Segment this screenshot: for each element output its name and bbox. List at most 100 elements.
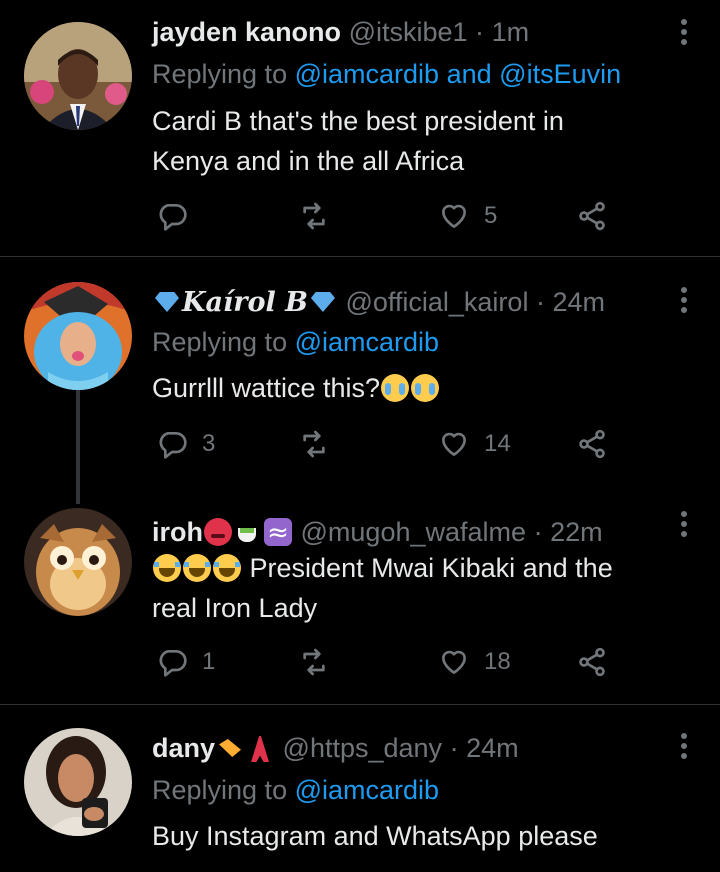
more-options-icon[interactable] xyxy=(674,506,694,542)
mention-link[interactable]: @iamcardib xyxy=(295,327,439,357)
action-bar: 1 18 xyxy=(152,642,622,682)
avatar-owl-icon xyxy=(24,508,132,616)
tweet-kairol[interactable]: Kaírol B @official_kairol · 24m Replying… xyxy=(0,270,720,490)
replies-feed: jayden kanono @itskibe1 · 1m Replying to… xyxy=(0,0,720,872)
reply-icon xyxy=(159,650,187,677)
replying-label: Replying to xyxy=(152,775,288,805)
tweet-text: Gurrlll wattice this? xyxy=(152,368,690,408)
avatar[interactable] xyxy=(24,728,132,836)
tears-of-joy-icon xyxy=(153,554,181,582)
reply-icon xyxy=(159,432,187,459)
tears-of-joy-icon xyxy=(183,554,211,582)
divider xyxy=(0,704,720,705)
reply-icon xyxy=(159,204,187,231)
avatar-man-suit-icon xyxy=(24,22,132,130)
avatar[interactable] xyxy=(24,22,132,130)
replying-to: Replying to @iamcardib xyxy=(152,772,439,808)
more-options-icon[interactable] xyxy=(674,282,694,318)
mention-link[interactable]: @iamcardib xyxy=(295,59,439,89)
tweet-text-line: Kenya and in the all Africa xyxy=(152,146,465,176)
timestamp[interactable]: 24m xyxy=(466,733,519,763)
avatar-blue-hair-icon xyxy=(24,282,132,390)
separator: · xyxy=(535,287,545,317)
like-button[interactable]: 18 xyxy=(438,642,511,682)
tweet-text: President Mwai Kibaki and the real Iron … xyxy=(152,548,690,628)
like-count: 18 xyxy=(484,648,511,675)
replying-to: Replying to @iamcardib xyxy=(152,324,439,360)
like-button[interactable]: 14 xyxy=(438,424,511,464)
mention-join: and xyxy=(446,59,492,89)
tweet-header: iroh @mugoh_wafalme · 22m xyxy=(152,514,650,551)
tweet-text: Cardi B that's the best president in Ken… xyxy=(152,101,690,181)
reply-button[interactable] xyxy=(156,196,188,236)
tweet-iroh[interactable]: iroh @mugoh_wafalme · 22m President Mwai… xyxy=(0,500,720,704)
tweet-text-line: real Iron Lady xyxy=(152,593,318,623)
heart-icon xyxy=(442,432,466,456)
like-count: 14 xyxy=(484,430,511,457)
retweet-icon xyxy=(303,202,325,230)
label-tag-icon xyxy=(216,734,244,762)
diamond-icon xyxy=(153,288,181,316)
separator: · xyxy=(475,17,485,47)
timestamp[interactable]: 1m xyxy=(492,17,530,47)
replying-label: Replying to xyxy=(152,59,288,89)
retweet-button[interactable] xyxy=(298,424,330,464)
mention-link[interactable]: @itsEuvin xyxy=(499,59,621,89)
avatar[interactable] xyxy=(24,508,132,616)
replying-label: Replying to xyxy=(152,327,288,357)
handle[interactable]: @mugoh_wafalme xyxy=(301,517,527,547)
tweet-text-line: President Mwai Kibaki and the xyxy=(152,548,690,588)
action-bar: 5 xyxy=(152,196,622,236)
retweet-button[interactable] xyxy=(298,642,330,682)
tweet-text-line: Gurrlll wattice this? xyxy=(152,373,381,403)
separator: · xyxy=(449,733,459,763)
mention-link[interactable]: @iamcardib xyxy=(295,775,439,805)
replying-to: Replying to @iamcardib and @itsEuvin xyxy=(152,56,621,92)
reply-button[interactable]: 3 xyxy=(156,424,215,464)
share-button[interactable] xyxy=(576,642,608,682)
display-name[interactable]: Kaírol B xyxy=(182,287,308,318)
tweet-jayden[interactable]: jayden kanono @itskibe1 · 1m Replying to… xyxy=(0,0,720,256)
reply-count: 1 xyxy=(202,648,216,675)
tea-cup-icon xyxy=(234,518,262,546)
aquarius-icon xyxy=(264,515,292,551)
tweet-header: dany @https_dany · 24m xyxy=(152,730,650,766)
tears-of-joy-icon xyxy=(213,554,241,582)
share-icon xyxy=(579,429,605,459)
separator: · xyxy=(533,517,543,547)
timestamp[interactable]: 22m xyxy=(550,517,603,547)
timestamp[interactable]: 24m xyxy=(552,287,605,317)
display-name[interactable]: iroh xyxy=(152,517,203,547)
like-count: 5 xyxy=(484,202,498,229)
share-button[interactable] xyxy=(576,196,608,236)
loudly-crying-face-icon xyxy=(381,374,410,402)
divider xyxy=(0,256,720,257)
handle[interactable]: @itskibe1 xyxy=(349,17,468,47)
handle[interactable]: @official_kairol xyxy=(345,287,528,317)
handle[interactable]: @https_dany xyxy=(283,733,443,763)
diamond-icon xyxy=(309,288,337,316)
share-icon xyxy=(579,647,605,677)
like-button[interactable]: 5 xyxy=(438,196,497,236)
retweet-icon xyxy=(303,648,325,676)
tweet-text-segment: President Mwai Kibaki and the xyxy=(249,553,613,583)
reply-count: 3 xyxy=(202,430,216,457)
avatar[interactable] xyxy=(24,282,132,390)
more-options-icon[interactable] xyxy=(674,14,694,50)
share-button[interactable] xyxy=(576,424,608,464)
heart-icon xyxy=(442,650,466,674)
more-options-icon[interactable] xyxy=(674,728,694,764)
share-icon xyxy=(579,201,605,231)
tweet-text-line: Buy Instagram and WhatsApp please xyxy=(152,821,598,851)
tokyo-tower-icon xyxy=(246,734,274,762)
avatar-woman-selfie-icon xyxy=(24,728,132,836)
tweet-text-line: Cardi B that's the best president in xyxy=(152,106,564,136)
tweet-dany[interactable]: dany @https_dany · 24m Replying to @iamc… xyxy=(0,716,720,872)
angry-face-icon xyxy=(204,518,232,546)
tweet-header: Kaírol B @official_kairol · 24m xyxy=(152,284,650,321)
display-name[interactable]: dany xyxy=(152,733,215,763)
retweet-button[interactable] xyxy=(298,196,330,236)
display-name[interactable]: jayden kanono xyxy=(152,17,341,47)
tweet-text: Buy Instagram and WhatsApp please xyxy=(152,816,690,856)
reply-button[interactable]: 1 xyxy=(156,642,215,682)
